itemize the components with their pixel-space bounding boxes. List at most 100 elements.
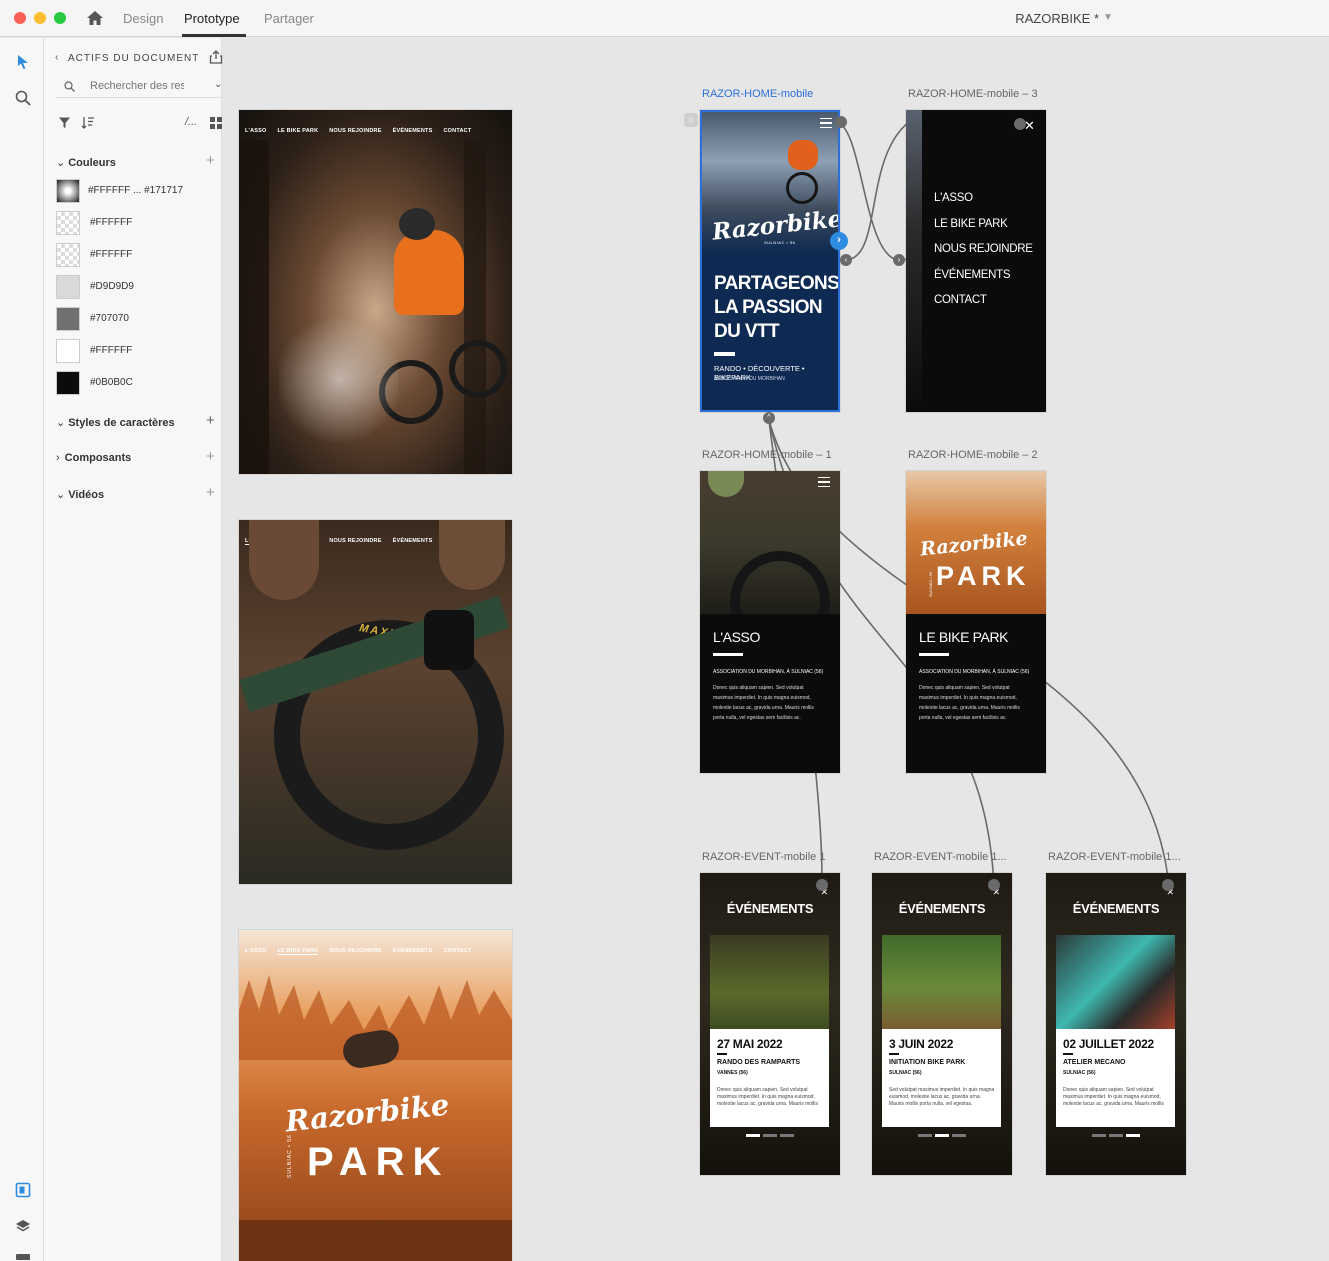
wire-handle[interactable]	[835, 116, 847, 128]
event-image	[710, 935, 829, 1031]
color-swatch	[56, 371, 80, 395]
wire-handle[interactable]	[1014, 118, 1026, 130]
carousel-dot[interactable]	[746, 1134, 760, 1137]
add-character-style-button[interactable]: +	[206, 412, 215, 429]
select-tool-icon[interactable]	[16, 54, 30, 70]
search-field[interactable]: ⌄	[56, 76, 226, 98]
carousel-dots[interactable]	[1092, 1134, 1140, 1137]
wire-handle[interactable]	[816, 879, 828, 891]
artboard-home-mobile[interactable]: Razorbike SULNIAC • 56 PARTAGEONS LA PAS…	[700, 110, 840, 412]
close-window-button[interactable]	[14, 12, 26, 24]
menu-item[interactable]: CONTACT	[934, 288, 1033, 314]
artboard-title[interactable]: RAZOR-HOME-mobile – 2	[908, 449, 1038, 461]
artboard-title[interactable]: RAZOR-EVENT-mobile 1...	[874, 851, 1007, 863]
document-title[interactable]: RAZORBIKE *	[1015, 11, 1099, 26]
tab-share[interactable]: Partager	[264, 11, 314, 26]
plugins-icon[interactable]	[16, 1254, 30, 1260]
carousel-dot[interactable]	[952, 1134, 966, 1137]
events-heading: ÉVÉNEMENTS	[1072, 901, 1160, 916]
wire-handle[interactable]: ‹	[840, 254, 852, 266]
wire-handle[interactable]	[988, 879, 1000, 891]
section-colors[interactable]: ⌄ Couleurs	[56, 156, 116, 169]
add-interaction-arrow-icon[interactable]: ›	[830, 232, 848, 250]
swatch-row[interactable]: #D9D9D9	[56, 275, 216, 299]
grid-view-icon[interactable]	[210, 117, 222, 129]
artboard-title[interactable]: RAZOR-HOME-mobile – 1	[702, 449, 832, 461]
wire-handle[interactable]: ›	[893, 254, 905, 266]
sort-icon[interactable]	[81, 116, 95, 129]
artboard-event-mobile-2[interactable]: ✕ ÉVÉNEMENTS 3 JUIN 2022 INITIATION BIKE…	[872, 873, 1012, 1175]
event-card[interactable]: 3 JUIN 2022 INITIATION BIKE PARK SULNIAC…	[882, 1029, 1001, 1127]
hamburger-icon[interactable]	[820, 118, 832, 128]
chevron-down-icon[interactable]: ▼	[1103, 12, 1113, 23]
color-swatch	[56, 243, 80, 267]
event-card[interactable]: 27 MAI 2022 RANDO DES RAMPARTS VANNES (5…	[710, 1029, 829, 1127]
tab-design[interactable]: Design	[123, 11, 163, 26]
swatch-row[interactable]: #FFFFFF	[56, 211, 216, 235]
artboard-title[interactable]: RAZOR-EVENT-mobile 1...	[1048, 851, 1181, 863]
artboard-park-mobile[interactable]: Razorbike PARK SULNIAC • 56 LE BIKE PARK…	[906, 471, 1046, 773]
date-underline	[717, 1053, 727, 1055]
carousel-dot[interactable]	[1126, 1134, 1140, 1137]
layers-icon[interactable]	[15, 1218, 31, 1234]
section-videos[interactable]: ⌄ Vidéos	[56, 488, 104, 501]
canvas[interactable]: L'ASSO LE BIKE PARK NOUS REJOINDRE ÉVÉNEMEN…	[223, 38, 1329, 1261]
search-input[interactable]	[90, 78, 184, 94]
event-date: 02 JUILLET 2022	[1063, 1037, 1154, 1051]
wire	[844, 121, 910, 261]
carousel-dot[interactable]	[763, 1134, 777, 1137]
back-chevron-icon[interactable]: ‹	[55, 52, 58, 63]
swatch-row[interactable]: #707070	[56, 307, 216, 331]
menu-item[interactable]: NOUS REJOINDRE	[934, 237, 1033, 263]
swatch-row[interactable]: #FFFFFF ... #171717	[56, 179, 216, 203]
swatch-row[interactable]: #FFFFFF	[56, 339, 216, 363]
event-card[interactable]: 02 JUILLET 2022 ATELIER MECANO SULNIAC (…	[1056, 1029, 1175, 1127]
carousel-dot[interactable]	[1092, 1134, 1106, 1137]
assets-panel-icon[interactable]	[15, 1182, 31, 1198]
artboard-title[interactable]: RAZOR-HOME-mobile – 3	[908, 88, 1038, 100]
edit-assets-icon[interactable]: /...	[185, 116, 197, 128]
tab-prototype[interactable]: Prototype	[184, 11, 240, 26]
artboard-menu-mobile[interactable]: ✕ L'ASSO LE BIKE PARK NOUS REJOINDRE ÉVÉ…	[906, 110, 1046, 412]
swatch-row[interactable]: #0B0B0C	[56, 371, 216, 395]
wire-handle[interactable]	[1162, 879, 1174, 891]
add-component-button[interactable]: +	[206, 448, 215, 465]
carousel-dot[interactable]	[780, 1134, 794, 1137]
artboard-title[interactable]: RAZOR-HOME-mobile	[702, 88, 813, 100]
carousel-dot[interactable]	[918, 1134, 932, 1137]
chevron-down-icon: ⌄	[56, 157, 66, 169]
add-color-button[interactable]: +	[206, 152, 215, 169]
menu-item[interactable]: L'ASSO	[934, 186, 1033, 212]
carousel-dots[interactable]	[746, 1134, 794, 1137]
section-components[interactable]: › Composants	[56, 452, 131, 464]
wire-handle[interactable]: ^	[763, 412, 775, 424]
event-description: Donec quis aliquam sapien. Sed volutpat …	[1063, 1087, 1164, 1107]
artboard-event-mobile-1[interactable]: ✕ ÉVÉNEMENTS 27 MAI 2022 RANDO DES RAMPA…	[700, 873, 840, 1175]
section-colors-label: Couleurs	[68, 157, 116, 169]
filter-icon[interactable]	[58, 116, 71, 129]
swatch-row[interactable]: #FFFFFF	[56, 243, 216, 267]
artboard-asso-mobile[interactable]: L'ASSO ASSOCIATION DU MORBIHAN, À SULNIA…	[700, 471, 840, 773]
zoom-tool-icon[interactable]	[15, 90, 31, 106]
home-marker-icon[interactable]: ⌂	[684, 113, 698, 127]
carousel-dot[interactable]	[1109, 1134, 1123, 1137]
hamburger-icon[interactable]	[818, 477, 830, 487]
add-video-button[interactable]: +	[206, 484, 215, 501]
menu-item[interactable]: LE BIKE PARK	[934, 212, 1033, 238]
share-icon[interactable]	[209, 50, 223, 64]
swatch-label: #FFFFFF	[90, 249, 133, 260]
menu-item[interactable]: ÉVÉNEMENTS	[934, 263, 1033, 289]
carousel-dot[interactable]	[935, 1134, 949, 1137]
home-icon[interactable]	[86, 9, 104, 27]
assets-panel: ‹ ACTIFS DU DOCUMENT ⌄ /... ⌄Couleurs + …	[44, 38, 226, 1261]
section-character-styles[interactable]: ⌄ Styles de caractères	[56, 416, 175, 429]
artboard-event-mobile-3[interactable]: ✕ ÉVÉNEMENTS 02 JUILLET 2022 ATELIER MEC…	[1046, 873, 1186, 1175]
zoom-window-button[interactable]	[54, 12, 66, 24]
chevron-down-icon[interactable]: ⌄	[214, 79, 222, 90]
headline-line: PARTAGEONS	[714, 273, 840, 294]
swatch-label: #D9D9D9	[90, 281, 134, 292]
date-underline	[1063, 1053, 1073, 1055]
carousel-dots[interactable]	[918, 1134, 966, 1137]
artboard-title[interactable]: RAZOR-EVENT-mobile 1	[702, 851, 825, 863]
minimize-window-button[interactable]	[34, 12, 46, 24]
